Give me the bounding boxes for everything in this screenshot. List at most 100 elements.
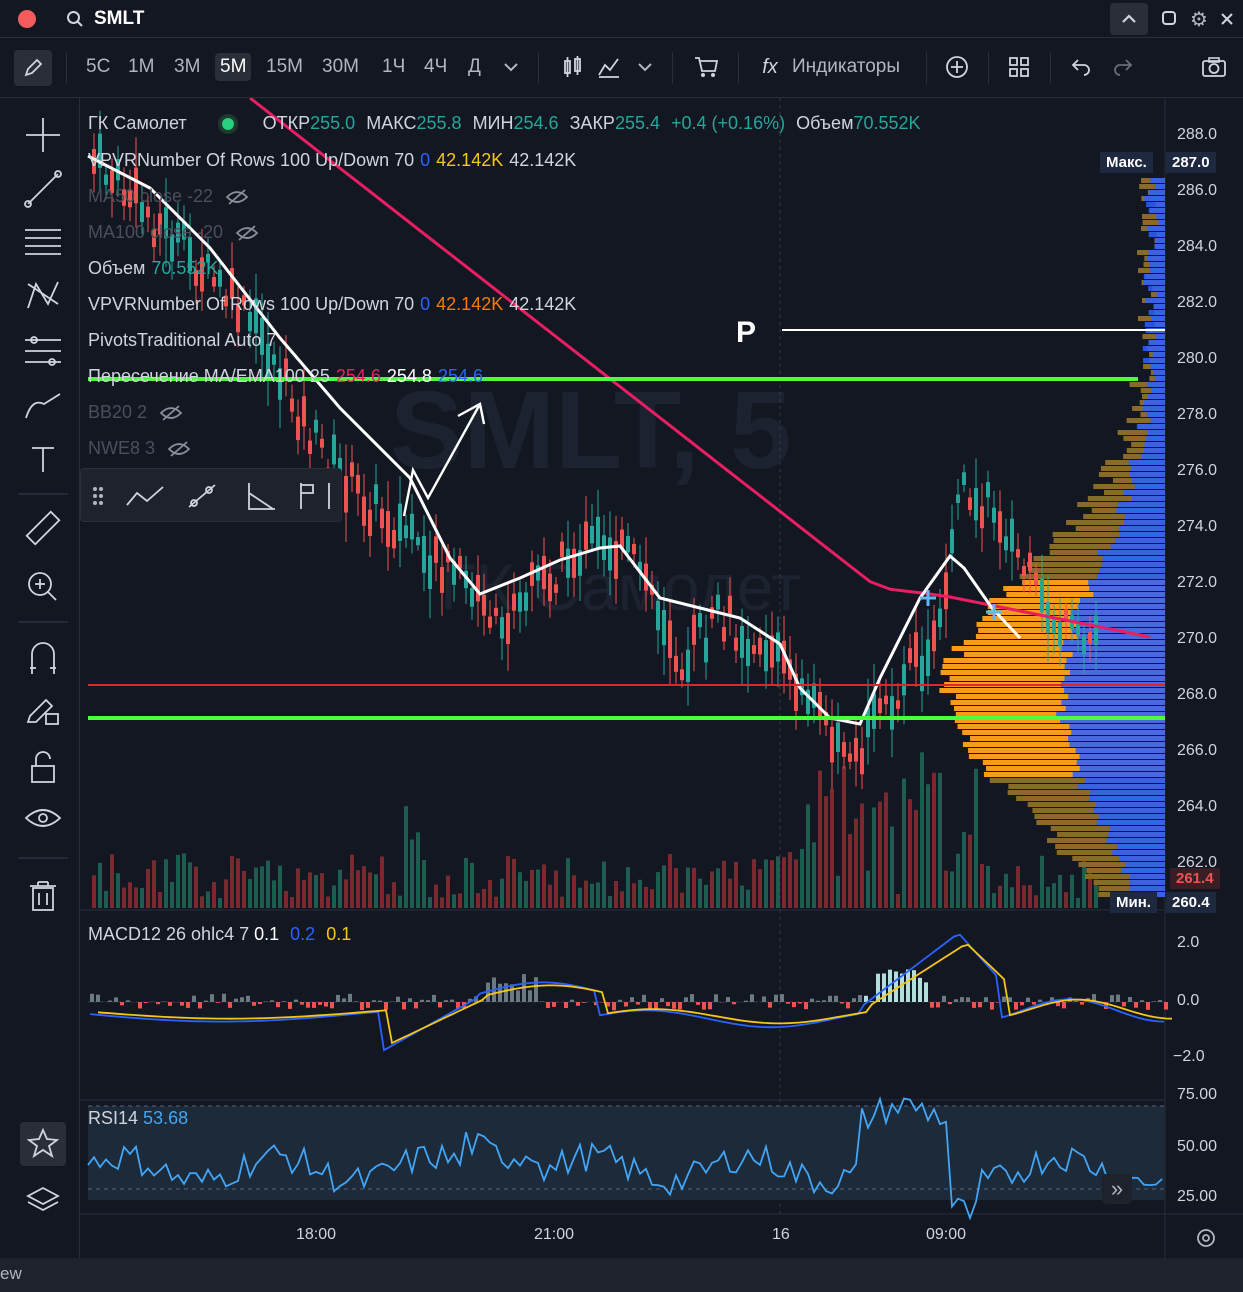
layers-icon[interactable] xyxy=(26,1186,60,1212)
zoom-in-icon[interactable] xyxy=(28,572,57,601)
chevron-down-icon[interactable] xyxy=(634,56,656,78)
fib-icon[interactable] xyxy=(25,336,61,366)
instrument-name[interactable]: ГК Самолет xyxy=(88,113,187,133)
timeframe-3[interactable]: 5М xyxy=(215,53,252,81)
unlock-icon[interactable] xyxy=(31,751,55,783)
volume-bar xyxy=(944,870,948,908)
pencil-icon[interactable] xyxy=(14,50,52,86)
candle xyxy=(278,346,282,428)
horizontal-lines-icon[interactable] xyxy=(25,229,61,255)
pattern-icon[interactable] xyxy=(27,281,59,309)
line-tool-icon[interactable] xyxy=(188,484,216,508)
profile-row-up xyxy=(1089,586,1165,591)
timeframe-0[interactable]: 5С xyxy=(86,57,110,77)
macd-bar xyxy=(534,977,538,1002)
eye-hidden-icon[interactable] xyxy=(159,402,183,422)
drag-handle-icon[interactable] xyxy=(93,487,103,505)
timeframe-8[interactable]: Д xyxy=(468,57,481,77)
fx-icon[interactable]: fx xyxy=(758,54,782,80)
indicator-legend-0[interactable]: VPVRNumber Of Rows 100 Up/Down 70 0 42.142… xyxy=(88,150,576,171)
candles-icon[interactable] xyxy=(560,54,586,80)
symbol-search[interactable]: SMLT xyxy=(94,8,144,30)
crosshair-icon[interactable] xyxy=(26,118,60,152)
profile-row-up xyxy=(1128,460,1165,465)
volume-bar xyxy=(1058,874,1062,908)
eye-hidden-icon[interactable] xyxy=(225,186,249,206)
macd-bar xyxy=(180,1002,184,1006)
eye-hidden-icon[interactable] xyxy=(167,438,191,458)
price-chart[interactable]: SMLT, 5 ГК Самолет P xyxy=(80,96,1243,1258)
macd-bar xyxy=(366,1002,370,1008)
indicator-legend-5[interactable]: PivotsTraditional Auto 7 xyxy=(88,330,276,351)
redo-icon[interactable] xyxy=(1110,54,1136,80)
macd-bar xyxy=(612,1002,616,1011)
trash-icon[interactable] xyxy=(30,881,56,911)
close-icon[interactable] xyxy=(1216,8,1238,30)
macd-bar xyxy=(426,1000,430,1002)
ruler-icon[interactable] xyxy=(25,510,61,546)
text-tool-icon[interactable] xyxy=(32,447,54,472)
area-chart-icon[interactable] xyxy=(596,54,622,80)
macd-title[interactable]: MACD12 26 ohlc4 7 xyxy=(88,924,249,944)
macd-bar xyxy=(414,1002,418,1009)
chart-toolbar: 5С 1М 3М 5М 15М 30М 1Ч 4Ч Д fx Индикаторы xyxy=(0,38,1243,98)
candle xyxy=(362,473,366,543)
indicator-legend-1[interactable]: MA50 close -22 xyxy=(88,186,249,207)
volume-label: Объем xyxy=(796,113,854,133)
settings-icon[interactable] xyxy=(1192,1224,1220,1252)
eye-icon[interactable] xyxy=(24,809,62,827)
volume-bar xyxy=(620,891,624,908)
undo-icon[interactable] xyxy=(1068,54,1094,80)
brush-icon[interactable] xyxy=(25,393,61,419)
magnet-icon[interactable] xyxy=(30,642,56,674)
macd-bar xyxy=(228,1002,232,1008)
drawing-floating-toolbar[interactable] xyxy=(80,468,342,522)
scroll-to-end-icon[interactable]: » xyxy=(1102,1174,1132,1204)
rsi-title[interactable]: RSI14 xyxy=(88,1108,138,1128)
maximize-icon[interactable] xyxy=(1160,9,1178,27)
indicator-legend-6[interactable]: Пересечение MA/EMA100 25 254.6 254.8 254.6 xyxy=(88,366,483,387)
chart-area[interactable]: SMLT, 5 ГК Самолет P ГК Самолет ОТКР255.… xyxy=(80,96,1243,1258)
timeframe-6[interactable]: 1Ч xyxy=(382,57,405,77)
timeframe-1[interactable]: 1М xyxy=(128,57,154,77)
eye-hidden-icon[interactable] xyxy=(235,222,259,242)
volume-bar xyxy=(1034,895,1038,908)
camera-icon[interactable] xyxy=(1200,54,1228,80)
volume-bar xyxy=(794,859,798,908)
indicator-legend-7[interactable]: BB20 2 xyxy=(88,402,183,423)
timeframe-5[interactable]: 30М xyxy=(322,57,359,77)
indicators-button[interactable]: Индикаторы xyxy=(792,57,900,77)
add-icon[interactable] xyxy=(944,54,970,80)
indicator-legend-4[interactable]: VPVRNumber Of Rows 100 Up/Down 70 0 42.142… xyxy=(88,294,576,315)
max-label: Макс. xyxy=(1100,152,1153,173)
candle xyxy=(308,428,312,474)
timeframe-2[interactable]: 3М xyxy=(174,57,200,77)
search-icon[interactable] xyxy=(64,8,86,30)
candle xyxy=(356,463,360,516)
timeframe-7[interactable]: 4Ч xyxy=(424,57,447,77)
profile-row-up xyxy=(1088,580,1165,585)
indicator-legend-8[interactable]: NWE8 3 xyxy=(88,438,191,459)
layout-grid-icon[interactable] xyxy=(1006,54,1032,80)
angle-tool-icon[interactable] xyxy=(248,483,275,510)
macd-bar xyxy=(396,996,400,1002)
chevron-up-icon[interactable] xyxy=(1110,3,1148,35)
indicator-name: Пересечение MA/EMA100 25 xyxy=(88,366,330,386)
cart-icon[interactable] xyxy=(692,54,720,80)
gear-icon[interactable]: ⚙ xyxy=(1188,8,1210,31)
volume-bar xyxy=(638,879,642,908)
chevron-down-icon[interactable] xyxy=(500,56,522,78)
candle xyxy=(590,504,594,553)
profile-row-up xyxy=(1147,226,1165,231)
forecast-tool-icon[interactable] xyxy=(300,483,330,509)
indicator-legend-2[interactable]: MA100 close -20 xyxy=(88,222,259,243)
timeframe-4[interactable]: 15М xyxy=(266,57,303,77)
lock-drawing-icon[interactable] xyxy=(26,698,59,725)
trend-line-icon[interactable] xyxy=(24,170,62,208)
indicator-legend-3[interactable]: Объем 70.552K xyxy=(88,258,218,279)
polyline-tool-icon[interactable] xyxy=(126,486,164,506)
profile-row-up xyxy=(1071,730,1165,735)
price-tick: 280.0 xyxy=(1177,350,1218,367)
close-window-icon[interactable] xyxy=(18,10,36,28)
price-tick: 274.0 xyxy=(1177,518,1218,535)
